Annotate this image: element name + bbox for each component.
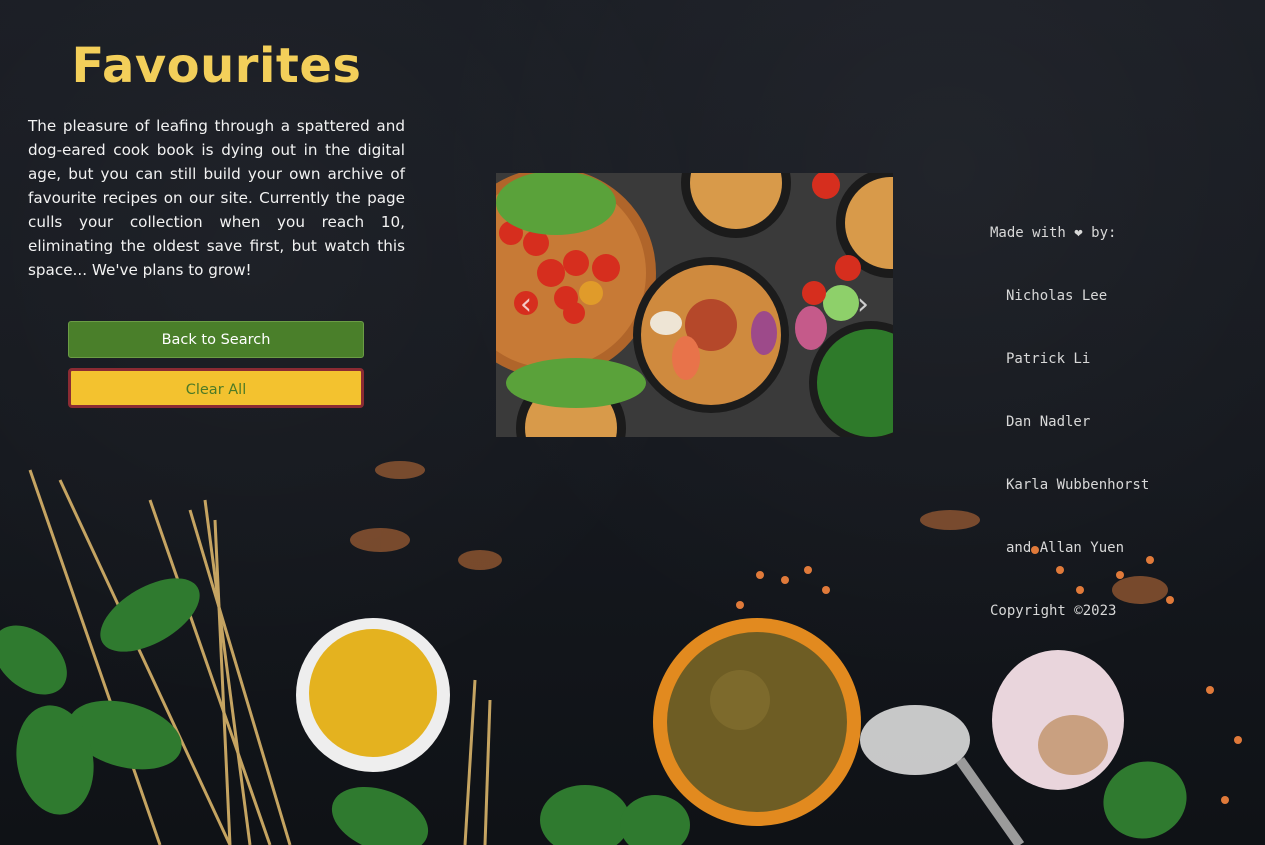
author-name: Patrick Li [1006, 351, 1091, 367]
author-name: Nicholas Lee [1006, 288, 1108, 304]
page-title: Favourites [71, 38, 362, 94]
intro-text: The pleasure of leafing through a spatte… [28, 117, 405, 279]
carousel-prev-icon[interactable]: ‹ [512, 288, 540, 322]
author-name: and Allan Yuen [1006, 540, 1125, 556]
image-carousel: ‹ › [496, 173, 893, 437]
author-name: Karla Wubbenhorst [1006, 477, 1150, 493]
made-with-text: Made with ❤ by: [990, 225, 1117, 241]
copyright-text: Copyright ©2023 [990, 603, 1117, 619]
author-name: Dan Nadler [1006, 414, 1091, 430]
credits: Made with ❤ by: Nicholas Lee Patrick Li … [990, 181, 1149, 643]
clear-all-button[interactable]: Clear All [68, 368, 364, 408]
back-to-search-button[interactable]: Back to Search [68, 321, 364, 358]
carousel-food-image [496, 173, 893, 437]
carousel-next-icon[interactable]: › [849, 288, 877, 322]
